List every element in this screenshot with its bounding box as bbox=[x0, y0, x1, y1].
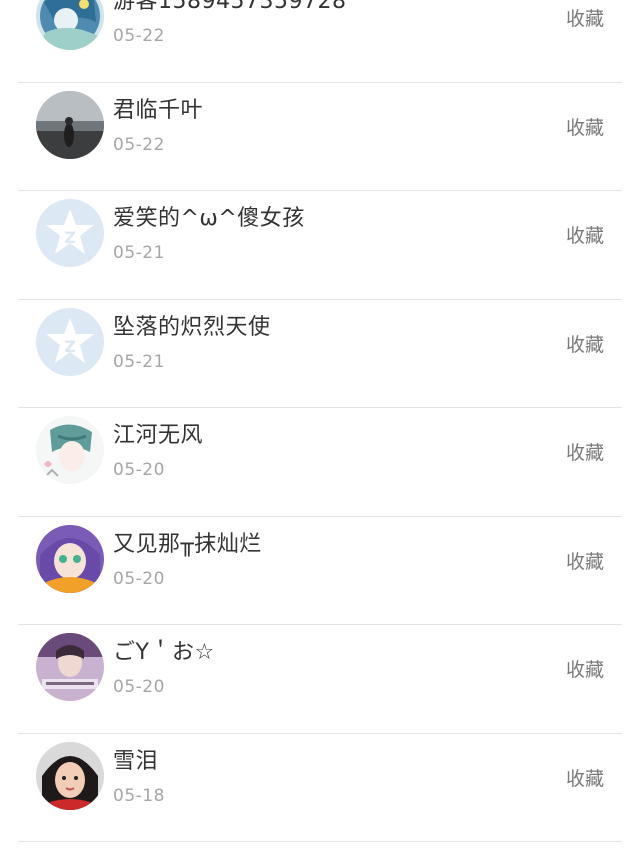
photo-beach-avatar-icon bbox=[36, 90, 104, 159]
user-name: 坠落的炽烈天使 bbox=[113, 314, 271, 340]
user-name: 雪泪 bbox=[113, 748, 159, 774]
avatar[interactable]: Z bbox=[36, 199, 104, 267]
anime-blue-avatar-icon bbox=[36, 0, 104, 50]
svg-text:Z: Z bbox=[64, 337, 76, 356]
favorite-button[interactable]: 收藏 bbox=[566, 764, 604, 791]
avatar[interactable] bbox=[36, 633, 104, 701]
avatar[interactable] bbox=[36, 524, 104, 593]
list-item[interactable]: 又见那╥抹灿烂 05-20 收藏 bbox=[0, 517, 640, 626]
list-item[interactable]: 游客1589457359728 05-22 收藏 bbox=[0, 0, 640, 83]
user-name: 君临千叶 bbox=[113, 97, 204, 123]
date: 05-21 bbox=[113, 351, 165, 372]
qzone-star-icon: Z bbox=[36, 307, 104, 376]
user-name: 又见那╥抹灿烂 bbox=[113, 531, 262, 557]
date: 05-20 bbox=[113, 568, 165, 589]
avatar[interactable] bbox=[36, 90, 104, 159]
collector-list: 游客1589457359728 05-22 收藏 君临千叶 05-22 收藏 Z bbox=[0, 0, 640, 842]
user-name: 爱笑的^ω^傻女孩 bbox=[113, 206, 305, 231]
qzone-star-icon: Z bbox=[36, 199, 104, 267]
date: 05-22 bbox=[113, 134, 165, 155]
favorite-button[interactable]: 收藏 bbox=[566, 330, 604, 357]
user-name: 游客1589457359728 bbox=[113, 0, 347, 14]
date: 05-21 bbox=[113, 243, 165, 263]
favorite-button[interactable]: 收藏 bbox=[566, 113, 604, 140]
avatar[interactable] bbox=[36, 741, 104, 810]
favorite-button[interactable]: 收藏 bbox=[566, 438, 604, 465]
favorite-button[interactable]: 收藏 bbox=[566, 221, 604, 248]
list-item[interactable]: Z 坠落的炽烈天使 05-21 收藏 bbox=[0, 300, 640, 409]
list-item[interactable]: Z 爱笑的^ω^傻女孩 05-21 收藏 bbox=[0, 191, 640, 300]
favorite-button[interactable]: 收藏 bbox=[566, 547, 604, 574]
date: 05-20 bbox=[113, 677, 165, 697]
user-name: ごY＇お☆ bbox=[113, 640, 215, 665]
avatar[interactable]: Z bbox=[36, 307, 104, 376]
user-name: 江河无风 bbox=[113, 423, 204, 448]
anime-girl-avatar-icon bbox=[36, 524, 104, 593]
photo-girl-text-avatar-icon bbox=[36, 633, 104, 701]
date: 05-20 bbox=[113, 460, 165, 480]
favorite-button[interactable]: 收藏 bbox=[566, 4, 604, 31]
photo-child-avatar-icon bbox=[36, 741, 104, 810]
list-item[interactable]: 雪泪 05-18 收藏 bbox=[0, 734, 640, 843]
anime-sketch-avatar-icon bbox=[36, 416, 104, 484]
avatar[interactable] bbox=[36, 0, 104, 50]
list-item[interactable]: 江河无风 05-20 收藏 bbox=[0, 408, 640, 517]
list-item[interactable]: 君临千叶 05-22 收藏 bbox=[0, 83, 640, 192]
date: 05-18 bbox=[113, 785, 165, 806]
svg-text:Z: Z bbox=[64, 228, 76, 247]
list-item[interactable]: ごY＇お☆ 05-20 收藏 bbox=[0, 625, 640, 734]
avatar[interactable] bbox=[36, 416, 104, 484]
favorite-button[interactable]: 收藏 bbox=[566, 655, 604, 682]
date: 05-22 bbox=[113, 26, 165, 46]
